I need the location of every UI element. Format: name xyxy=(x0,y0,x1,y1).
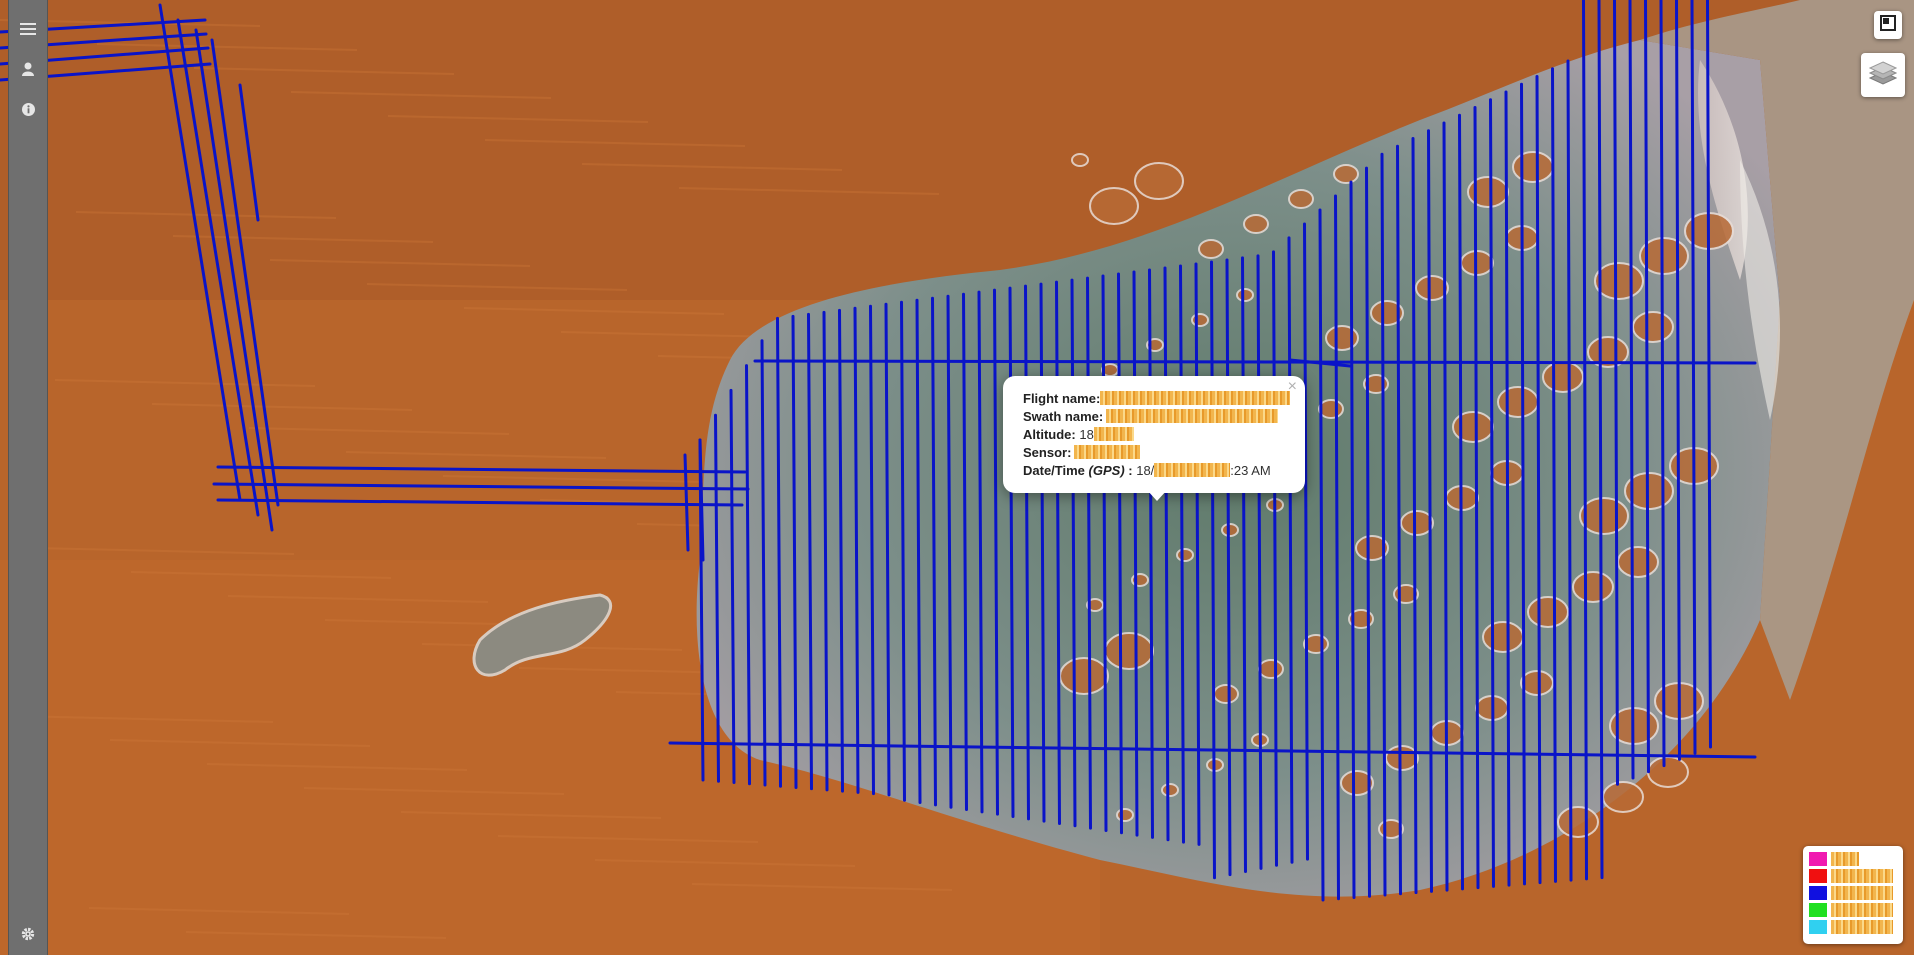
sensor-label: Sensor: xyxy=(1023,445,1072,460)
popup-row-altitude: Altitude: 18 xyxy=(1023,426,1290,444)
info-icon xyxy=(21,102,35,116)
popup-row-flight-name: Flight name: xyxy=(1023,390,1291,408)
flight-name-value-redacted xyxy=(1100,391,1291,405)
gear-icon xyxy=(21,927,35,941)
altitude-value: 18 xyxy=(1079,427,1094,442)
fullscreen-button[interactable] xyxy=(1874,11,1902,39)
legend-item xyxy=(1809,868,1893,884)
menu-button[interactable] xyxy=(9,14,47,44)
legend-label-redacted xyxy=(1831,852,1859,866)
popup-tip xyxy=(1147,490,1167,501)
sidebar xyxy=(8,0,48,955)
legend-label-redacted xyxy=(1831,886,1893,900)
layers-icon xyxy=(1868,60,1898,91)
popup-row-swath-name: Swath name: xyxy=(1023,408,1290,426)
swath-info-popup: × Flight name: Swath name: Altitude: 18 … xyxy=(1003,376,1305,493)
legend-label-redacted xyxy=(1831,869,1893,883)
swath-name-label: Swath name: xyxy=(1023,409,1104,424)
legend-item xyxy=(1809,851,1859,867)
legend-item xyxy=(1809,919,1893,935)
legend-swatch xyxy=(1809,886,1827,900)
settings-button[interactable] xyxy=(9,919,47,949)
legend-item xyxy=(1809,902,1893,918)
altitude-value-redacted xyxy=(1093,427,1134,441)
swath-line xyxy=(753,359,1757,365)
fullscreen-icon xyxy=(1880,14,1896,36)
flight-name-label: Flight name: xyxy=(1023,391,1101,406)
legend-swatch xyxy=(1809,903,1827,917)
legend-item xyxy=(1809,885,1893,901)
datetime-value-start: 18/ xyxy=(1136,463,1155,478)
legend-swatch xyxy=(1809,852,1827,866)
layers-button[interactable] xyxy=(1861,53,1905,97)
swath-name-value-redacted xyxy=(1106,409,1279,423)
datetime-label-separator: : xyxy=(1124,463,1137,478)
datetime-value-end: :23 AM xyxy=(1230,463,1271,478)
datetime-value-redacted xyxy=(1154,463,1231,477)
map-canvas[interactable] xyxy=(0,0,1914,955)
datetime-label-gps: (GPS) xyxy=(1088,463,1125,478)
altitude-label: Altitude: xyxy=(1023,427,1076,442)
popup-row-sensor: Sensor: xyxy=(1023,444,1290,462)
datetime-label: Date/Time xyxy=(1023,463,1085,478)
legend-swatch xyxy=(1809,869,1827,883)
user-button[interactable] xyxy=(9,54,47,84)
legend-label-redacted xyxy=(1831,903,1893,917)
sensor-value-redacted xyxy=(1074,445,1141,459)
legend-swatch xyxy=(1809,920,1827,934)
menu-icon xyxy=(20,22,36,36)
legend-label-redacted xyxy=(1831,920,1893,934)
popup-row-datetime: Date/Time (GPS) : 18/ :23 AM xyxy=(1023,462,1290,480)
info-button[interactable] xyxy=(9,94,47,124)
user-icon xyxy=(22,62,34,76)
legend xyxy=(1803,846,1903,944)
